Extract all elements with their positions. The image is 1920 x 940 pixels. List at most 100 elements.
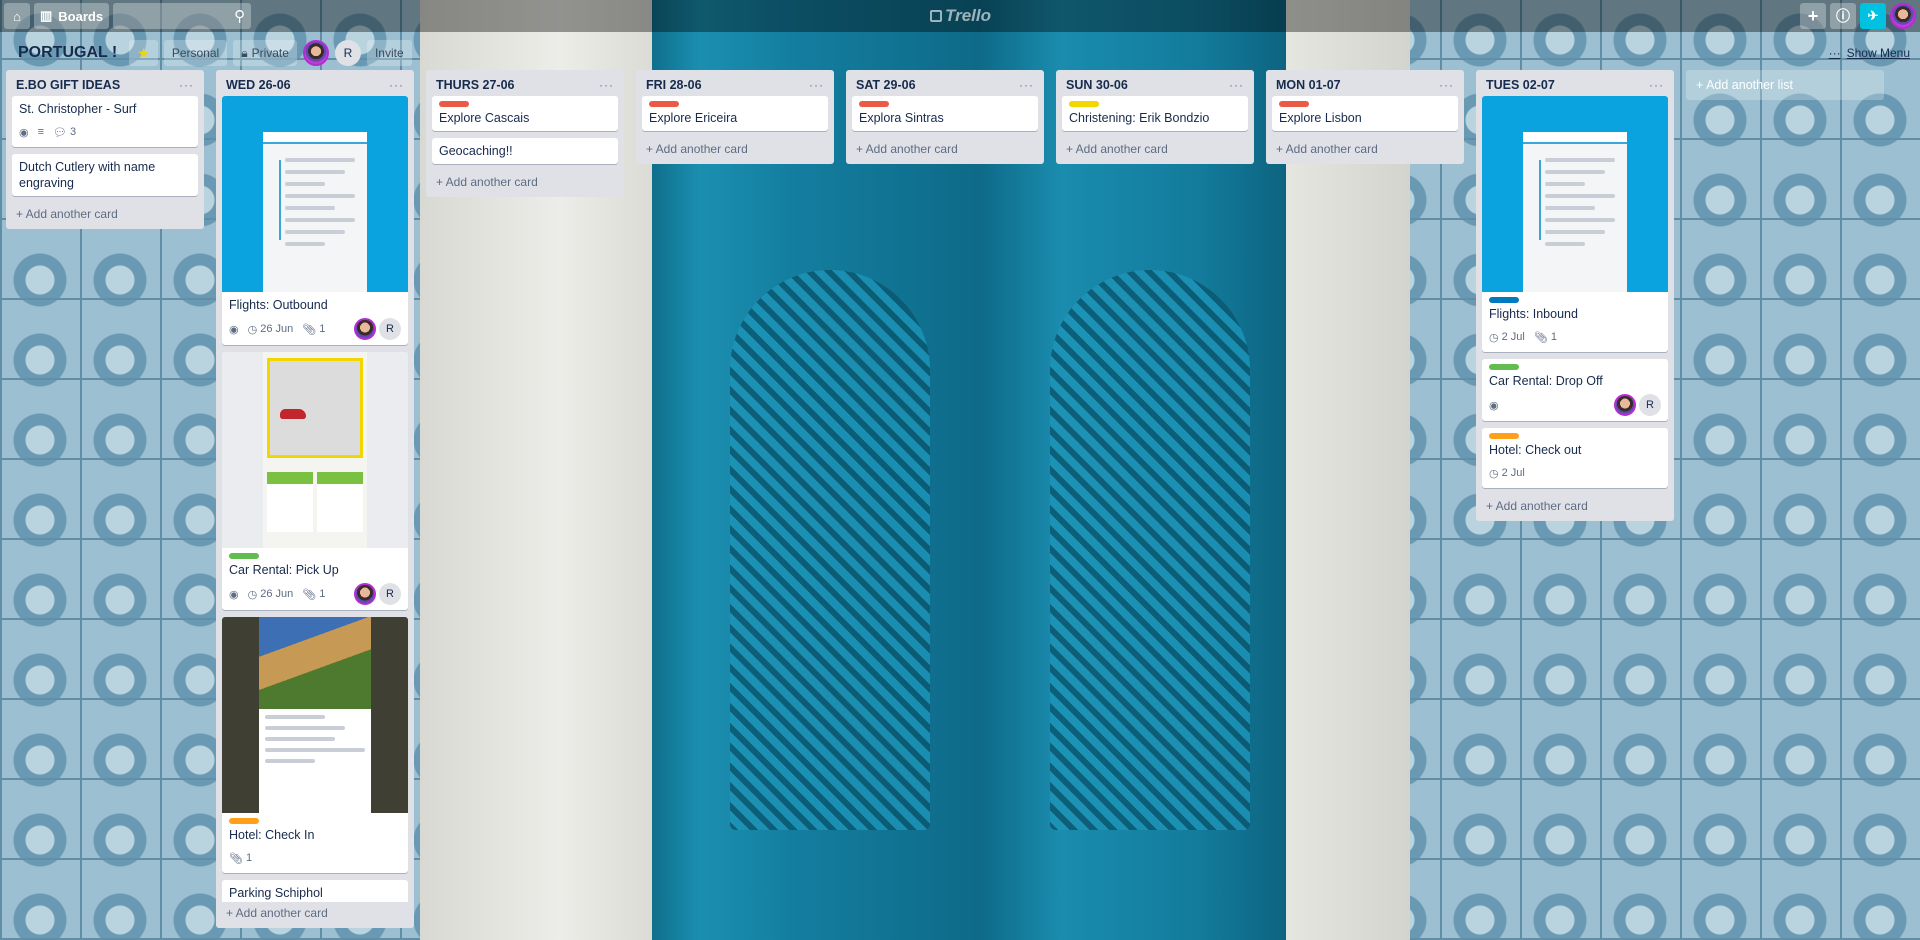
card-title: Explore Lisbon (1279, 111, 1362, 125)
list-menu-icon[interactable]: ··· (179, 78, 194, 92)
card[interactable]: Flights: Outbound ◉ ◷ 26 Jun 📎︎ 1 R (222, 96, 408, 345)
list-title[interactable]: WED 26-06 (226, 78, 291, 92)
list-header: WED 26-06 ··· (216, 70, 414, 96)
card-badges: ◉ ◷ 26 Jun 📎︎ 1 R (229, 318, 401, 340)
card-body: Christening: Erik Bondzio (1062, 96, 1248, 131)
clock-icon: ◷ (247, 323, 258, 336)
card-label-blue[interactable] (1489, 297, 1519, 303)
card-cover-image (1482, 96, 1668, 292)
add-card-button[interactable]: + Add another card (6, 203, 204, 229)
due-date: 26 Jun (260, 588, 294, 600)
add-card-button[interactable]: + Add another card (1476, 495, 1674, 521)
info-button[interactable]: ⓘ (1830, 3, 1856, 29)
member-avatar[interactable] (354, 583, 376, 605)
card-body: St. Christopher - Surf ◉ ≡ 💬︎ 3 (12, 96, 198, 147)
card-label-red[interactable] (649, 101, 679, 107)
star-button[interactable]: ★ (129, 40, 158, 66)
card[interactable]: Explore Lisbon (1272, 96, 1458, 131)
card-container[interactable]: St. Christopher - Surf ◉ ≡ 💬︎ 3 Dutch Cutlery… (6, 96, 204, 203)
boards-button[interactable]: ▥ Boards (34, 3, 110, 29)
visibility-button[interactable]: 🔒︎ Private (233, 40, 297, 66)
card-container[interactable]: Explore Cascais Geocaching!! (426, 96, 624, 171)
card[interactable]: Christening: Erik Bondzio (1062, 96, 1248, 131)
add-card-button[interactable]: + Add another card (216, 902, 414, 928)
user-avatar[interactable] (1890, 3, 1916, 29)
card[interactable]: Car Rental: Drop Off ◉ R (1482, 359, 1668, 421)
card[interactable]: Flights: Inbound ◷ 2 Jul 📎︎ 1 (1482, 96, 1668, 352)
list-title[interactable]: SAT 29-06 (856, 78, 916, 92)
card-body: Car Rental: Pick Up ◉ ◷ 26 Jun 📎︎ 1 R (222, 548, 408, 610)
show-menu-button[interactable]: ··· Show Menu (1829, 46, 1910, 60)
card-container[interactable]: Explora Sintras (846, 96, 1044, 138)
card-container[interactable]: Flights: Inbound ◷ 2 Jul 📎︎ 1 Car Rental: Dro… (1476, 96, 1674, 495)
card-cover-image (222, 96, 408, 292)
card-label-red[interactable] (1279, 101, 1309, 107)
card[interactable]: St. Christopher - Surf ◉ ≡ 💬︎ 3 (12, 96, 198, 147)
card[interactable]: Explore Cascais (432, 96, 618, 131)
visibility-label: Private (251, 46, 289, 60)
card-label-yellow[interactable] (1069, 101, 1099, 107)
card-label-red[interactable] (439, 101, 469, 107)
due-date-badge: ◷ 26 Jun (248, 588, 294, 601)
due-date: 26 Jun (260, 323, 294, 335)
invite-button[interactable]: Invite (366, 40, 412, 66)
card-body: Explore Lisbon (1272, 96, 1458, 131)
list-menu-icon[interactable]: ··· (1439, 78, 1454, 92)
card[interactable]: Hotel: Check out ◷ 2 Jul (1482, 428, 1668, 488)
card[interactable]: Geocaching!! (432, 138, 618, 164)
list-menu-icon[interactable]: ··· (1229, 78, 1244, 92)
list-menu-icon[interactable]: ··· (809, 78, 824, 92)
list-menu-icon[interactable]: ··· (1019, 78, 1034, 92)
create-button[interactable]: + (1800, 3, 1826, 29)
card-title: Hotel: Check In (229, 828, 315, 842)
card-label-orange[interactable] (229, 818, 259, 824)
add-card-button[interactable]: + Add another card (1056, 138, 1254, 164)
member-avatar-r[interactable]: R (1639, 394, 1661, 416)
home-button[interactable]: ⌂ (4, 3, 30, 29)
member-avatar[interactable] (1614, 394, 1636, 416)
card[interactable]: Explora Sintras (852, 96, 1038, 131)
card[interactable]: Parking Schiphol◉◷26 Jun💬︎1R (222, 880, 408, 902)
trello-logo[interactable]: Trello (930, 6, 991, 26)
list-menu-icon[interactable]: ··· (599, 78, 614, 92)
card[interactable]: Explore Ericeira (642, 96, 828, 131)
list-title[interactable]: TUES 02-07 (1486, 78, 1555, 92)
card-container[interactable]: Explore Lisbon (1266, 96, 1464, 138)
member-avatar-r[interactable]: R (334, 40, 361, 66)
card-label-red[interactable] (859, 101, 889, 107)
card-label-green[interactable] (1489, 364, 1519, 370)
member-avatar-r[interactable]: R (379, 583, 401, 605)
card-container[interactable]: Explore Ericeira (636, 96, 834, 138)
list-title[interactable]: THURS 27-06 (436, 78, 515, 92)
card-label-green[interactable] (229, 553, 259, 559)
list-menu-icon[interactable]: ··· (389, 78, 404, 92)
card-label-orange[interactable] (1489, 433, 1519, 439)
card[interactable]: Hotel: Check In 📎︎ 1 (222, 617, 408, 873)
card-body: Parking Schiphol◉◷26 Jun💬︎1R (222, 880, 408, 902)
add-card-button[interactable]: + Add another card (636, 138, 834, 164)
rocket-icon[interactable]: ✈ (1860, 3, 1886, 29)
member-avatar[interactable] (354, 318, 376, 340)
member-avatar-r[interactable]: R (379, 318, 401, 340)
list-title[interactable]: E.BO GIFT IDEAS (16, 78, 120, 92)
card-container[interactable]: Flights: Outbound ◉ ◷ 26 Jun 📎︎ 1 R Car Rental:… (216, 96, 414, 902)
list-title[interactable]: SUN 30-06 (1066, 78, 1128, 92)
card[interactable]: Car Rental: Pick Up ◉ ◷ 26 Jun 📎︎ 1 R (222, 352, 408, 610)
search-input[interactable]: ⚲ (113, 3, 252, 29)
card-container[interactable]: Christening: Erik Bondzio (1056, 96, 1254, 138)
list-menu-icon[interactable]: ··· (1649, 78, 1664, 92)
member-avatar[interactable] (302, 40, 329, 66)
card[interactable]: Dutch Cutlery with name engraving (12, 154, 198, 196)
list: WED 26-06 ··· Flights: Outbound ◉ ◷ 26 Jun 📎︎ 1… (216, 70, 414, 928)
attachments-badge: 📎︎ 1 (302, 588, 325, 601)
add-card-button[interactable]: + Add another card (426, 171, 624, 197)
add-card-button[interactable]: + Add another card (846, 138, 1044, 164)
board-header: PORTUGAL ! ★ Personal 🔒︎ Private R Invite (0, 38, 1920, 68)
add-card-button[interactable]: + Add another card (1266, 138, 1464, 164)
list-title[interactable]: MON 01-07 (1276, 78, 1341, 92)
board-title[interactable]: PORTUGAL ! (12, 44, 123, 62)
search-icon: ⚲ (234, 8, 246, 25)
list-title[interactable]: FRI 28-06 (646, 78, 702, 92)
team-button[interactable]: Personal (163, 40, 228, 66)
add-list-button[interactable]: + Add another list (1686, 70, 1884, 100)
